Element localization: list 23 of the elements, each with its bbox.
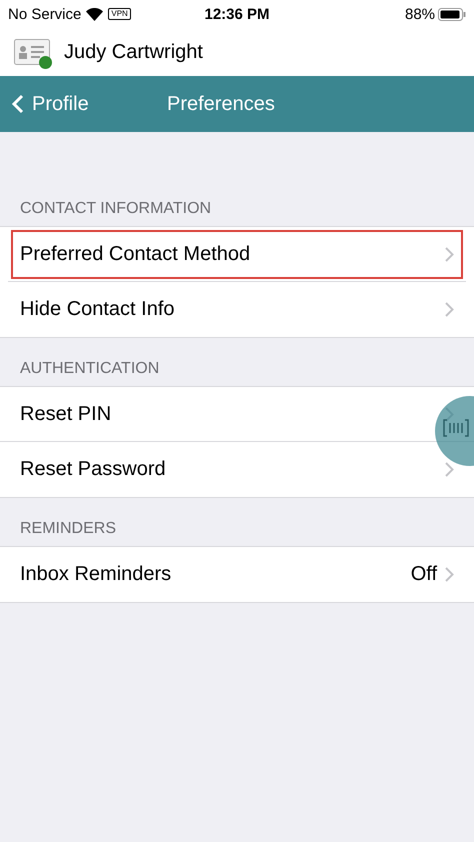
chevron-icon	[445, 302, 454, 317]
id-card-icon	[14, 39, 50, 65]
barcode-icon	[443, 418, 469, 438]
carrier-text: No Service	[8, 6, 82, 22]
settings-row[interactable]: Reset Password	[0, 442, 474, 497]
vpn-badge: VPN	[108, 8, 131, 20]
section-header: CONTACT INFORMATION	[19, 199, 212, 219]
clock-text: 12:36 PM	[203, 6, 271, 22]
back-chevron-icon	[12, 94, 24, 114]
chevron-icon	[445, 567, 454, 582]
settings-row[interactable]: Hide Contact Info	[0, 282, 474, 337]
screen-title: Preferences	[167, 92, 275, 116]
battery-icon	[438, 8, 466, 20]
settings-row[interactable]: Inbox Reminders Off	[0, 547, 474, 602]
back-button[interactable]: Profile	[12, 92, 167, 116]
section-header: REMINDERS	[19, 519, 118, 539]
settings-row[interactable]: Preferred Contact Method	[8, 227, 466, 282]
chevron-icon	[445, 462, 454, 477]
battery-percent: 88%	[404, 6, 436, 22]
chevron-icon	[445, 246, 454, 262]
user-name: Judy Cartwright	[64, 40, 203, 64]
wifi-icon	[86, 8, 104, 20]
section-header: AUTHENTICATION	[19, 359, 160, 379]
